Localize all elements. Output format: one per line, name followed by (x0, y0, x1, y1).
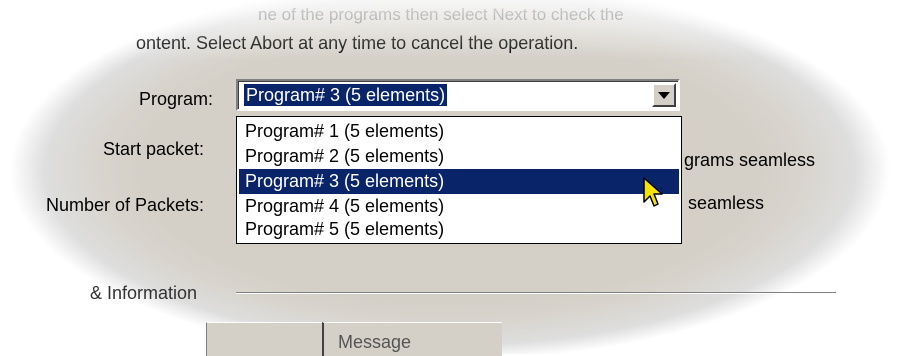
information-group-label: & Information (90, 283, 198, 303)
list-column-header-message[interactable]: Message (322, 322, 502, 356)
instruction-line-2: ontent. Select Abort at any time to canc… (136, 33, 579, 53)
program-option-1[interactable]: Program# 1 (5 elements) (239, 119, 679, 144)
message-header-label: Message (338, 332, 412, 352)
seamless-checkbox-label-1[interactable]: grams seamless (684, 150, 815, 171)
program-dropdown-list[interactable]: Program# 1 (5 elements) Program# 2 (5 el… (236, 116, 682, 244)
mouse-pointer-icon (643, 177, 663, 207)
start-packet-label: Start packet: (103, 139, 205, 159)
program-option-3[interactable]: Program# 3 (5 elements) (239, 169, 679, 194)
number-of-packets-label: Number of Packets: (46, 195, 205, 215)
program-option-4[interactable]: Program# 4 (5 elements) (239, 194, 679, 219)
dropdown-button[interactable] (652, 83, 676, 107)
program-option-5[interactable]: Program# 5 (5 elements) (239, 217, 679, 242)
instruction-line-1: ne of the programs then select Next to c… (258, 5, 624, 24)
program-selected-value[interactable]: Program# 3 (5 elements) (242, 83, 449, 107)
program-combobox[interactable]: Program# 3 (5 elements) (236, 79, 680, 111)
group-divider (236, 292, 836, 294)
chevron-down-icon (658, 91, 670, 99)
seamless-checkbox-label-2[interactable]: seamless (688, 193, 764, 214)
program-option-2[interactable]: Program# 2 (5 elements) (239, 144, 679, 169)
program-label: Program: (139, 89, 214, 109)
list-column-header-1[interactable] (206, 322, 322, 356)
